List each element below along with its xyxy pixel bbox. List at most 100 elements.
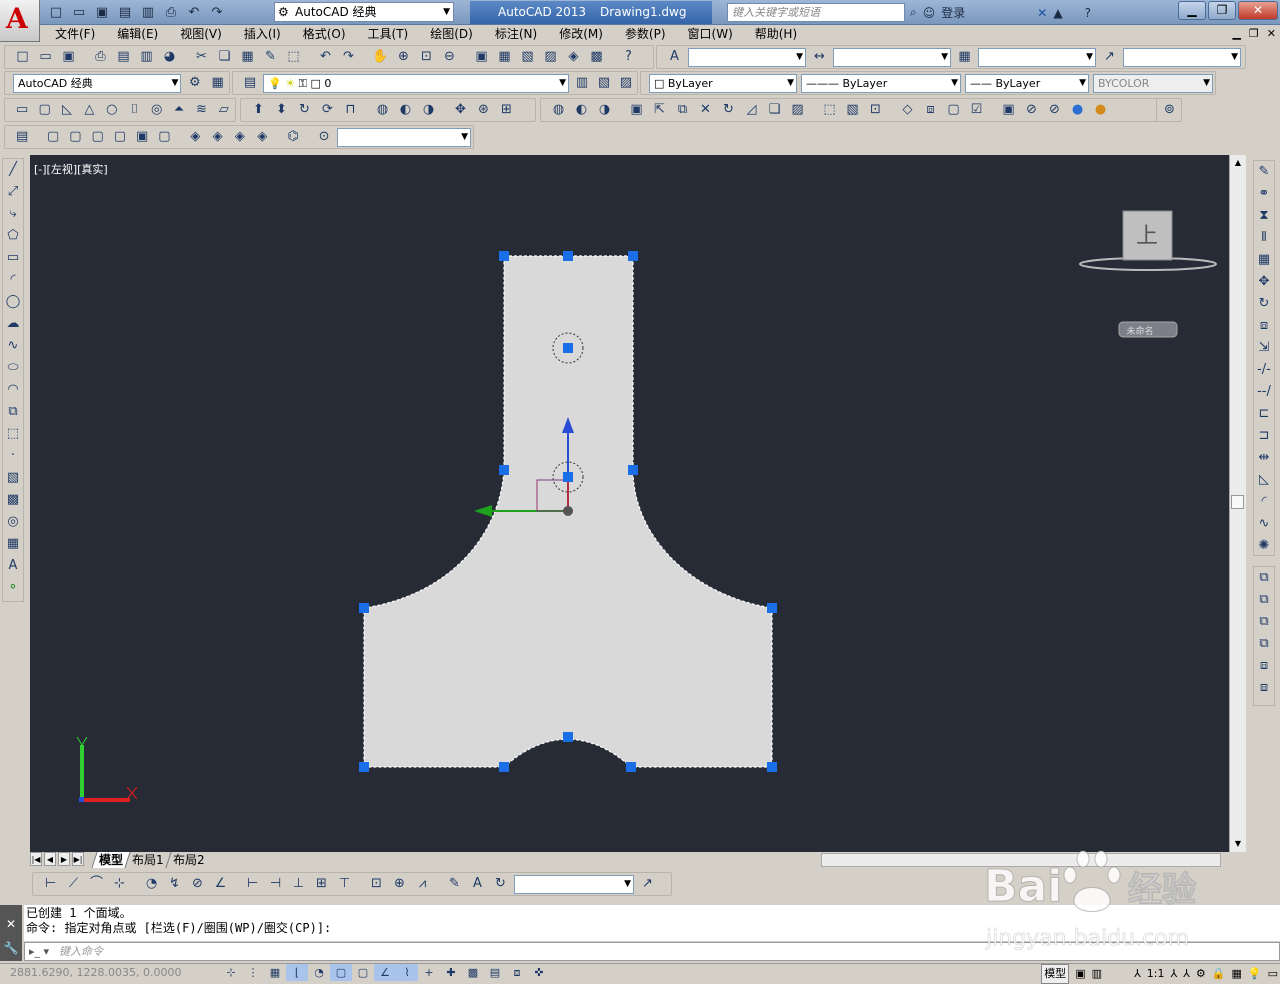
- rectangle-icon[interactable]: ▭: [3, 247, 23, 269]
- join-icon[interactable]: ⇹: [1254, 447, 1274, 469]
- scroll-thumb[interactable]: [1231, 495, 1244, 509]
- vertical-scrollbar[interactable]: ▲ ▼: [1229, 155, 1246, 852]
- visual-style-manager-icon[interactable]: ⊚: [1158, 100, 1181, 120]
- region-icon[interactable]: ◎: [3, 511, 23, 533]
- menu-insert[interactable]: 插入(I): [233, 25, 292, 43]
- dim-style-manager-icon[interactable]: ↗: [636, 874, 659, 894]
- ellipse-icon[interactable]: ⬭: [3, 357, 23, 379]
- workspace-switching-icon[interactable]: ⚙: [1196, 965, 1206, 983]
- annotation-monitor-icon[interactable]: ✜: [528, 964, 550, 981]
- first-tab-icon[interactable]: |◀: [30, 852, 42, 866]
- ne-iso-icon[interactable]: ◈: [229, 127, 251, 147]
- top-view-icon[interactable]: ▢: [42, 127, 64, 147]
- doc-minimize-button[interactable]: ▁: [1232, 25, 1240, 43]
- cylinder-icon[interactable]: ⌷: [123, 100, 145, 120]
- wcs-menu[interactable]: 未命名: [1118, 321, 1178, 338]
- print-icon[interactable]: ⎙: [89, 47, 112, 67]
- tab-layout1[interactable]: 布局1: [124, 852, 171, 868]
- bottom-view-icon[interactable]: ▢: [64, 127, 86, 147]
- menu-edit[interactable]: 编辑(E): [106, 25, 169, 43]
- coordinates-display[interactable]: 2881.6290, 1228.0035, 0.0000: [10, 964, 181, 982]
- presspull-icon[interactable]: ⬍: [270, 100, 293, 120]
- help-icon[interactable]: ?: [617, 47, 640, 67]
- menu-file[interactable]: 文件(F): [44, 25, 106, 43]
- dim-edit-icon[interactable]: ✎: [443, 874, 466, 894]
- table-style-combo[interactable]: ▼: [978, 47, 1096, 67]
- quick-dim-icon[interactable]: ⊢: [241, 874, 264, 894]
- named-views-icon[interactable]: ▤: [11, 127, 33, 147]
- object-snap-tracking-icon[interactable]: ∠: [374, 964, 396, 981]
- transparency-icon[interactable]: ▩: [462, 964, 484, 981]
- insert-block-icon[interactable]: ⧉: [3, 401, 23, 423]
- 3d-align-icon[interactable]: ⊞: [495, 100, 518, 120]
- conceptual-icon[interactable]: ●: [1089, 100, 1112, 120]
- help-icon[interactable]: ?: [1085, 6, 1091, 20]
- snap-mode-icon[interactable]: ⋮: [242, 964, 264, 981]
- menu-parametric[interactable]: 参数(P): [614, 25, 677, 43]
- design-center-icon[interactable]: ▦: [493, 47, 516, 67]
- delete-faces-icon[interactable]: ✕: [694, 100, 717, 120]
- prev-tab-icon[interactable]: ◀: [44, 852, 56, 866]
- search-input[interactable]: 键入关键字或短语: [727, 3, 905, 22]
- wrench-icon[interactable]: 🔧: [0, 941, 22, 955]
- polyline-icon[interactable]: ⤷: [3, 203, 23, 225]
- intersect-solid-icon[interactable]: ◑: [593, 100, 616, 120]
- scroll-down-icon[interactable]: ▼: [1230, 836, 1246, 852]
- application-menu-button[interactable]: A: [0, 0, 40, 42]
- send-under-icon[interactable]: ⧉: [1254, 633, 1274, 655]
- match-properties-icon[interactable]: ✎: [259, 47, 282, 67]
- dim-style-combo-bottom[interactable]: ▼: [514, 874, 634, 894]
- menu-dimension[interactable]: 标注(N): [484, 25, 548, 43]
- chamfer-icon[interactable]: ◺: [1254, 469, 1274, 491]
- quick-view-layouts-icon[interactable]: ▣: [1075, 965, 1085, 983]
- 3d-object-snap-icon[interactable]: ▢: [352, 964, 374, 981]
- open-icon[interactable]: ▭: [69, 3, 89, 22]
- multiline-text-icon[interactable]: A: [3, 555, 23, 577]
- sphere-icon[interactable]: ○: [101, 100, 123, 120]
- taper-faces-icon[interactable]: ◿: [740, 100, 763, 120]
- move-icon[interactable]: ✥: [1254, 271, 1274, 293]
- baseline-dim-icon[interactable]: ⊣: [264, 874, 287, 894]
- ucs-combo[interactable]: ▼: [337, 127, 472, 147]
- quickcalc-icon[interactable]: ▩: [585, 47, 608, 67]
- sw-iso-icon[interactable]: ◈: [184, 127, 206, 147]
- menu-modify[interactable]: 修改(M): [548, 25, 614, 43]
- imprint-icon[interactable]: ⊡: [864, 100, 887, 120]
- layer-combo[interactable]: 💡 ☀ ⚿ □ 0 ▼: [262, 73, 570, 93]
- separate-icon[interactable]: ⧈: [919, 100, 942, 120]
- extend-icon[interactable]: --/: [1254, 381, 1274, 403]
- helix-icon[interactable]: ≋: [190, 100, 212, 120]
- next-tab-icon[interactable]: ▶: [58, 852, 70, 866]
- copy-icon[interactable]: ❏: [213, 47, 236, 67]
- lock-icon[interactable]: ▲: [1053, 6, 1062, 20]
- diameter-dim-icon[interactable]: ⊘: [186, 874, 209, 894]
- undo-icon[interactable]: ↶: [184, 3, 204, 22]
- union-solid-icon[interactable]: ◍: [547, 100, 570, 120]
- dim-style-combo[interactable]: ▼: [833, 47, 951, 67]
- menu-view[interactable]: 视图(V): [169, 25, 233, 43]
- 3d-move-icon[interactable]: ✥: [449, 100, 472, 120]
- table-style-icon[interactable]: ▦: [953, 47, 976, 67]
- copy-edges-icon[interactable]: ⬚: [818, 100, 841, 120]
- save-icon[interactable]: ▣: [92, 3, 112, 22]
- quick-view-drawings-icon[interactable]: ▥: [1092, 965, 1102, 983]
- markup-icon[interactable]: ◈: [562, 47, 585, 67]
- workspace-combo[interactable]: AutoCAD 经典 ▼: [13, 73, 182, 93]
- save-icon[interactable]: ▣: [57, 47, 80, 67]
- plotstyle-combo[interactable]: BYCOLOR ▼: [1093, 73, 1213, 93]
- revision-cloud-icon[interactable]: ☁: [3, 313, 23, 335]
- menu-window[interactable]: 窗口(W): [677, 25, 744, 43]
- color-combo[interactable]: □ ByLayer ▼: [649, 73, 797, 93]
- multileader-style-icon[interactable]: ↗: [1098, 47, 1121, 67]
- color-edges-icon[interactable]: ▧: [841, 100, 864, 120]
- color-faces-icon[interactable]: ▨: [786, 100, 809, 120]
- annotation-visibility-icon[interactable]: ⅄: [1170, 965, 1177, 983]
- allow-ucs-icon[interactable]: ⌇: [396, 964, 418, 981]
- line-icon[interactable]: ╱: [3, 159, 23, 181]
- offset-icon[interactable]: ⫴: [1254, 227, 1274, 249]
- text-style-icon[interactable]: A: [663, 47, 686, 67]
- scale-icon[interactable]: ⧈: [1254, 315, 1274, 337]
- left-view-icon[interactable]: ▢: [87, 127, 109, 147]
- login-button[interactable]: 登录: [941, 4, 965, 21]
- redo-icon[interactable]: ↷: [207, 3, 227, 22]
